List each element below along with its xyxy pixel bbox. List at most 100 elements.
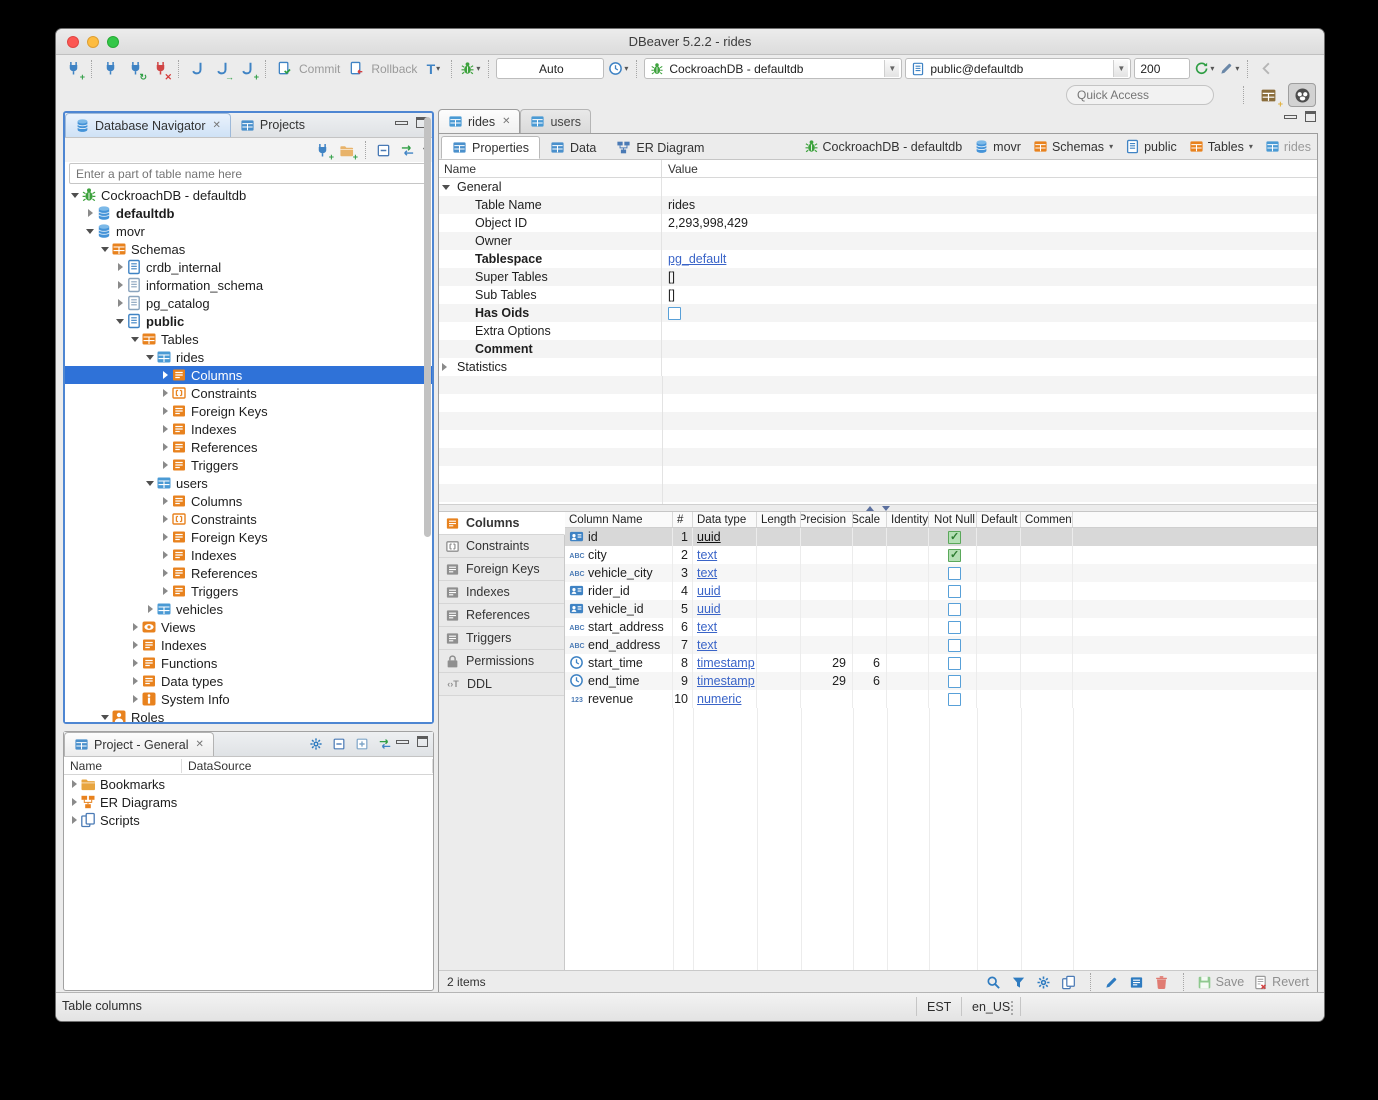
twistie-icon[interactable]	[114, 299, 126, 307]
debug-button[interactable]: ▾	[459, 58, 481, 80]
tree-item-users[interactable]: users	[65, 474, 432, 492]
column-row-revenue[interactable]: 123revenue10numeric	[565, 690, 1317, 708]
twistie-icon[interactable]	[159, 461, 171, 469]
twistie-icon[interactable]	[144, 355, 156, 360]
tree-item-foreign-keys[interactable]: Foreign Keys	[65, 528, 432, 546]
tree-item-roles[interactable]: Roles	[65, 708, 432, 722]
tree-item-columns[interactable]: Columns	[65, 492, 432, 510]
not-null-checkbox[interactable]	[948, 639, 961, 652]
tree-item-system-info[interactable]: System Info	[65, 690, 432, 708]
maximize-editor-button[interactable]	[1305, 111, 1316, 122]
property-value-link[interactable]: pg_default	[668, 252, 726, 266]
commit-mode-combo[interactable]: Auto	[496, 58, 604, 79]
minimize-view-button[interactable]	[395, 121, 408, 125]
details-tab-constraints[interactable]: Constraints	[439, 535, 564, 558]
fetch-size-input[interactable]	[1134, 58, 1190, 79]
rollback-icon[interactable]	[345, 58, 367, 80]
grid-header-not-null[interactable]: Not Null	[929, 512, 977, 527]
quick-access-input[interactable]	[1066, 85, 1214, 105]
disconnect-button[interactable]: ✕	[149, 58, 171, 80]
tab-er-diagram[interactable]: ER Diagram	[606, 136, 714, 159]
twistie-icon[interactable]	[68, 798, 80, 806]
column-row-vehicle_id[interactable]: vehicle_id5uuid	[565, 600, 1317, 618]
grid-header-default[interactable]: Default	[977, 512, 1021, 527]
property-row-tablespace[interactable]: Tablespacepg_default	[439, 250, 1317, 268]
column-data-type[interactable]: text	[697, 566, 717, 580]
tab-properties[interactable]: Properties	[441, 136, 540, 159]
tab-project-general[interactable]: Project - General ✕	[64, 732, 214, 756]
tree-item-columns[interactable]: Columns	[65, 366, 432, 384]
breadcrumb-public[interactable]: public	[1125, 139, 1177, 154]
twistie-icon[interactable]	[159, 587, 171, 595]
details-tab-ddl[interactable]: ‹›TDDL	[439, 673, 564, 696]
active-schema-combo[interactable]: public@defaultdb ▼	[905, 58, 1131, 79]
grid-header-length[interactable]: Length	[757, 512, 801, 527]
tree-item-references[interactable]: References	[65, 438, 432, 456]
twistie-icon[interactable]	[129, 337, 141, 342]
column-data-type[interactable]: uuid	[697, 584, 721, 598]
refresh-pages-icon[interactable]	[1061, 974, 1077, 990]
twistie-icon[interactable]	[144, 605, 156, 613]
not-null-checkbox[interactable]	[948, 621, 961, 634]
details-tab-columns[interactable]: Columns	[439, 512, 565, 535]
minimize-editor-button[interactable]	[1284, 115, 1297, 119]
search-icon[interactable]	[986, 974, 1002, 990]
property-row-table-name[interactable]: Table Namerides	[439, 196, 1317, 214]
details-tab-foreign-keys[interactable]: Foreign Keys	[439, 558, 564, 581]
tree-item-cockroachdb-defaultdb[interactable]: CockroachDB - defaultdb	[65, 186, 432, 204]
twistie-icon[interactable]	[114, 263, 126, 271]
timezone-indicator[interactable]: EST	[916, 997, 961, 1016]
property-row-owner[interactable]: Owner	[439, 232, 1317, 250]
twistie-icon[interactable]	[159, 515, 171, 523]
not-null-checkbox[interactable]	[948, 693, 961, 706]
tree-item-movr[interactable]: movr	[65, 222, 432, 240]
commit-button[interactable]: Commit	[299, 62, 340, 76]
commit-icon[interactable]	[273, 58, 295, 80]
twistie-icon[interactable]	[159, 533, 171, 541]
column-row-id[interactable]: id1uuid	[565, 528, 1317, 546]
sql-editor-button[interactable]	[186, 58, 208, 80]
new-connection-button[interactable]: +	[62, 58, 84, 80]
tree-item-references[interactable]: References	[65, 564, 432, 582]
tree-item-data-types[interactable]: Data types	[65, 672, 432, 690]
property-row-object-id[interactable]: Object ID2,293,998,429	[439, 214, 1317, 232]
expand-all-icon[interactable]	[354, 736, 370, 752]
twistie-icon[interactable]	[159, 407, 171, 415]
property-row-statistics[interactable]: Statistics	[439, 358, 1317, 376]
twistie-icon[interactable]	[159, 443, 171, 451]
tree-item-indexes[interactable]: Indexes	[65, 636, 432, 654]
tree-item-crdb-internal[interactable]: crdb_internal	[65, 258, 432, 276]
column-header-datasource[interactable]: DataSource	[182, 759, 433, 773]
details-tab-indexes[interactable]: Indexes	[439, 581, 564, 604]
property-row-super-tables[interactable]: Super Tables[]	[439, 268, 1317, 286]
twistie-icon[interactable]	[442, 185, 453, 190]
column-row-start_time[interactable]: start_time8timestamp296	[565, 654, 1317, 672]
column-row-start_address[interactable]: ABCstart_address6text	[565, 618, 1317, 636]
tree-item-defaultdb[interactable]: defaultdb	[65, 204, 432, 222]
grid-header-data-type[interactable]: Data type	[693, 512, 757, 527]
twistie-icon[interactable]	[69, 193, 81, 198]
property-row-sub-tables[interactable]: Sub Tables[]	[439, 286, 1317, 304]
tree-item-foreign-keys[interactable]: Foreign Keys	[65, 402, 432, 420]
property-row-has-oids[interactable]: Has Oids	[439, 304, 1317, 322]
tree-item-constraints[interactable]: Constraints	[65, 510, 432, 528]
grid-header-comment[interactable]: Comment	[1021, 512, 1073, 527]
twistie-icon[interactable]	[68, 816, 80, 824]
property-row-extra-options[interactable]: Extra Options	[439, 322, 1317, 340]
tab-data[interactable]: Data	[540, 136, 606, 159]
maximize-view-button[interactable]	[417, 736, 428, 747]
twistie-icon[interactable]	[68, 780, 80, 788]
new-folder-button[interactable]: +	[337, 140, 357, 160]
breadcrumb-rides[interactable]: rides	[1265, 139, 1311, 154]
rollback-button[interactable]: Rollback	[371, 62, 417, 76]
twistie-icon[interactable]	[99, 247, 111, 252]
tree-item-schemas[interactable]: Schemas	[65, 240, 432, 258]
tree-item-information-schema[interactable]: information_schema	[65, 276, 432, 294]
checkbox[interactable]	[668, 307, 681, 320]
column-data-type[interactable]: uuid	[697, 602, 721, 616]
column-row-vehicle_city[interactable]: ABCvehicle_city3text	[565, 564, 1317, 582]
details-tab-references[interactable]: References	[439, 604, 564, 627]
tab-projects[interactable]: Projects	[231, 113, 314, 137]
tree-item-rides[interactable]: rides	[65, 348, 432, 366]
navigator-scrollbar[interactable]	[424, 117, 431, 537]
